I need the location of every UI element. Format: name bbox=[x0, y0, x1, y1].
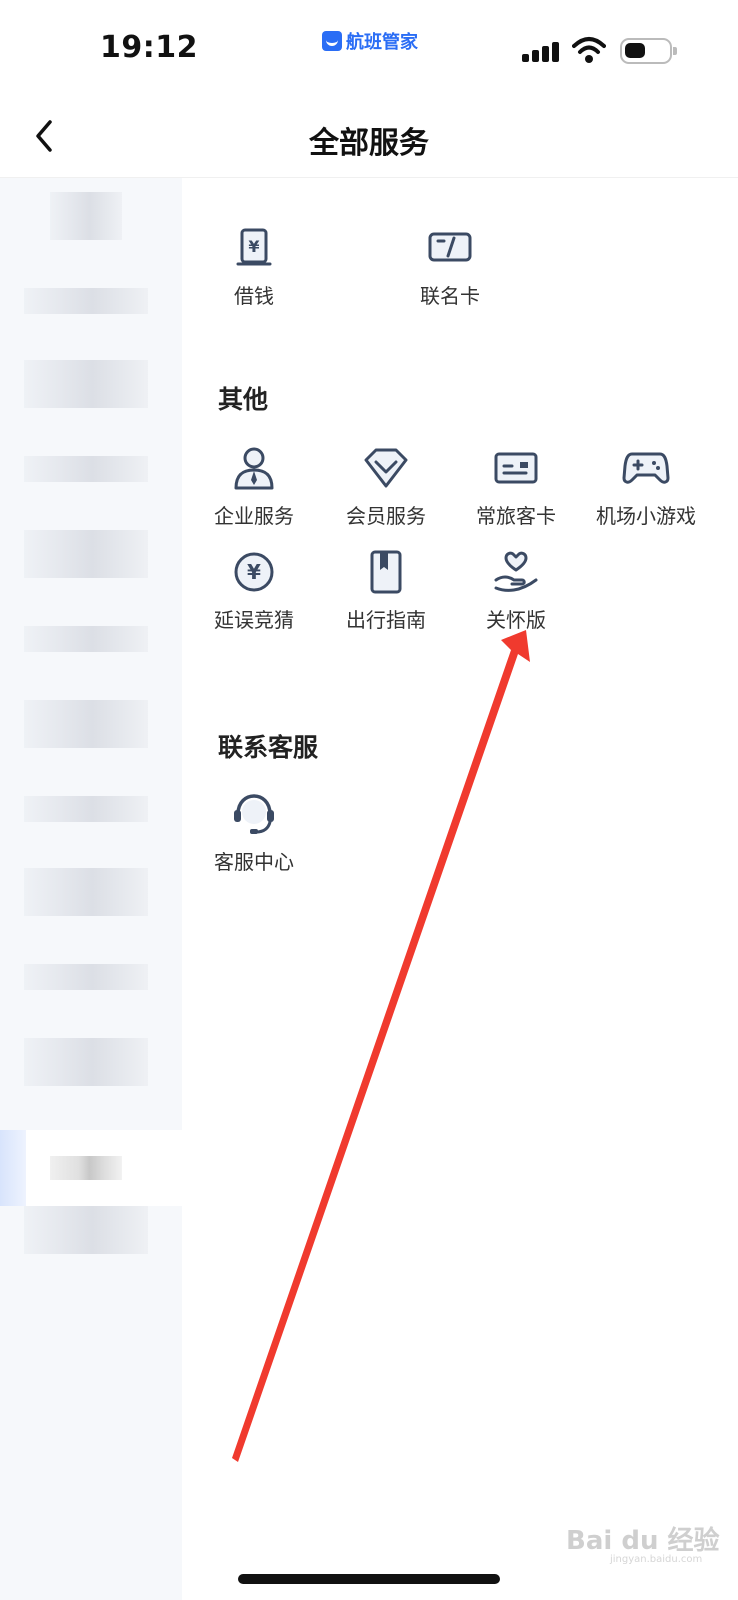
service-label: 延误竞猜 bbox=[214, 608, 294, 632]
guide-book-icon bbox=[370, 550, 402, 594]
sidebar-item[interactable] bbox=[24, 1038, 148, 1086]
sidebar-item[interactable] bbox=[24, 700, 148, 748]
svg-text:¥: ¥ bbox=[247, 560, 261, 584]
sidebar-item-label bbox=[50, 1156, 122, 1180]
section-title-other: 其他 bbox=[218, 385, 269, 414]
cellular-signal-icon bbox=[522, 40, 562, 62]
watermark-brand: Bai du 经验 bbox=[566, 1526, 720, 1556]
svg-text:¥: ¥ bbox=[248, 237, 259, 256]
service-label: 借钱 bbox=[234, 284, 274, 308]
bill-yen-icon: ¥ bbox=[236, 228, 272, 266]
service-travel-guide[interactable]: 出行指南 bbox=[326, 548, 446, 633]
app-badge: 航班管家 bbox=[322, 28, 418, 54]
service-label: 企业服务 bbox=[214, 504, 294, 528]
service-label: 机场小游戏 bbox=[596, 504, 696, 528]
service-care-mode[interactable]: 关怀版 bbox=[456, 548, 576, 633]
status-bar: 19:12 航班管家 bbox=[0, 0, 738, 96]
active-indicator bbox=[0, 1130, 26, 1206]
yen-coin-icon: ¥ bbox=[234, 552, 274, 592]
page-title: 全部服务 bbox=[309, 126, 429, 161]
category-sidebar bbox=[0, 178, 182, 1600]
battery-icon bbox=[620, 38, 677, 64]
service-borrow-money[interactable]: ¥ 借钱 bbox=[194, 224, 314, 309]
service-label: 会员服务 bbox=[346, 504, 426, 528]
headset-icon bbox=[234, 794, 274, 834]
sidebar-item[interactable] bbox=[50, 192, 122, 240]
business-person-icon bbox=[234, 447, 274, 490]
services-panel: ¥ 借钱 联名卡 其他 企业服务 会员服务 常旅客卡 机场小游戏 ¥ 延误竞猜 … bbox=[182, 178, 738, 1600]
card-icon bbox=[428, 232, 472, 262]
status-time: 19:12 bbox=[100, 30, 198, 65]
service-label: 常旅客卡 bbox=[476, 504, 556, 528]
sidebar-item[interactable] bbox=[24, 530, 148, 578]
sidebar-item[interactable] bbox=[24, 456, 148, 482]
wifi-icon bbox=[572, 37, 606, 63]
service-enterprise[interactable]: 企业服务 bbox=[194, 444, 314, 529]
sidebar-item[interactable] bbox=[24, 868, 148, 916]
sidebar-item[interactable] bbox=[24, 796, 148, 822]
home-indicator[interactable] bbox=[238, 1574, 500, 1584]
service-label: 关怀版 bbox=[486, 608, 546, 632]
nav-bar: 全部服务 bbox=[0, 96, 738, 178]
watermark-url: jingyan.baidu.com bbox=[610, 1554, 703, 1565]
service-membership[interactable]: 会员服务 bbox=[326, 444, 446, 529]
app-name: 航班管家 bbox=[346, 32, 418, 53]
sidebar-item[interactable] bbox=[24, 626, 148, 652]
service-frequent-flyer[interactable]: 常旅客卡 bbox=[456, 444, 576, 529]
member-card-icon bbox=[494, 452, 538, 484]
service-label: 出行指南 bbox=[346, 608, 426, 632]
gamepad-icon bbox=[622, 452, 670, 484]
service-customer-center[interactable]: 客服中心 bbox=[194, 790, 314, 875]
sidebar-item[interactable] bbox=[24, 288, 148, 314]
service-cobrand-card[interactable]: 联名卡 bbox=[390, 224, 510, 309]
heart-hand-icon bbox=[494, 551, 538, 592]
app-logo-icon bbox=[322, 31, 342, 51]
service-label: 联名卡 bbox=[420, 284, 480, 308]
sidebar-item[interactable] bbox=[24, 964, 148, 990]
service-airport-games[interactable]: 机场小游戏 bbox=[586, 444, 706, 529]
section-title-contact: 联系客服 bbox=[218, 733, 319, 762]
sidebar-item[interactable] bbox=[24, 360, 148, 408]
service-delay-guess[interactable]: ¥ 延误竞猜 bbox=[194, 548, 314, 633]
diamond-icon bbox=[364, 448, 408, 488]
sidebar-item-active[interactable] bbox=[0, 1130, 182, 1206]
service-label: 客服中心 bbox=[214, 850, 294, 874]
sidebar-item[interactable] bbox=[24, 1206, 148, 1254]
